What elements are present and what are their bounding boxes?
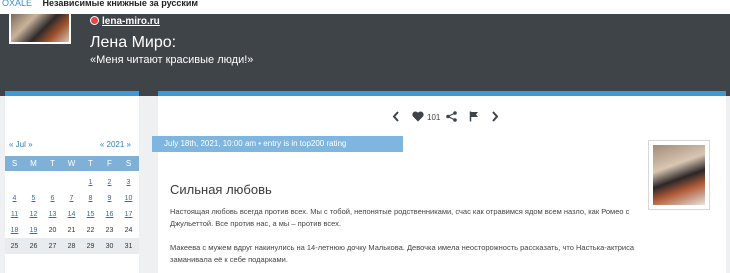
weekday-label: T: [88, 159, 93, 168]
calendar-day: 30: [105, 242, 114, 250]
calendar-day[interactable]: 14: [62, 211, 81, 218]
weekday-label: M: [30, 159, 37, 168]
calendar-month-nav[interactable]: « Jul »: [9, 140, 33, 149]
post-title[interactable]: Сильная любовь: [170, 182, 272, 197]
calendar-year-nav[interactable]: « 2021 »: [100, 140, 131, 149]
calendar-day: 26: [29, 242, 38, 250]
header-avatar[interactable]: [9, 14, 71, 44]
calendar-day[interactable]: 9: [100, 195, 119, 202]
site-link-text[interactable]: lena-miro.ru: [102, 16, 160, 27]
calendar-day[interactable]: 2: [100, 179, 119, 186]
chevron-left-icon[interactable]: [392, 110, 400, 124]
site-icon: [90, 16, 99, 25]
calendar-day: 23: [105, 226, 114, 234]
post-author-avatar[interactable]: [648, 140, 710, 210]
calendar-day[interactable]: 17: [119, 211, 138, 218]
weekday-label: T: [50, 159, 55, 168]
weekday-label: W: [67, 159, 76, 168]
author-name: Лена Миро:: [90, 34, 177, 51]
top-strip: OXALE Независимые книжные за русским: [0, 0, 730, 14]
calendar-week-row: 123: [5, 174, 139, 190]
post-paragraph: Макеева с мужем вдруг накинулись на 14-л…: [170, 243, 635, 264]
chevron-right-icon[interactable]: [491, 110, 499, 124]
calendar-week-row: 18 19 20 21 22 23 24: [5, 222, 139, 238]
calendar-day: 28: [67, 242, 76, 250]
blog-header: lena-miro.ru Лена Миро: «Меня читают кра…: [0, 14, 730, 96]
calendar-day[interactable]: 3: [119, 179, 138, 186]
calendar-day[interactable]: 8: [81, 195, 100, 202]
calendar-panel: « Jul » « 2021 » S M T W T F S 123456789…: [5, 91, 139, 273]
calendar-day: 31: [124, 242, 133, 250]
calendar-day: 21: [67, 226, 76, 234]
calendar-week-row: 25 26 27 28 29 30 31: [5, 238, 139, 254]
weekday-label: S: [125, 159, 132, 168]
calendar-day: 24: [124, 226, 133, 234]
calendar-day[interactable]: 16: [100, 211, 119, 218]
calendar-day[interactable]: 18: [5, 227, 24, 234]
calendar-grid: 1 2 3 4 5 6 7 8 9 10 11 12 13 14 15 16 17 18 19 20 21 22 23 24 2…: [5, 174, 139, 254]
calendar-day[interactable]: 13: [43, 211, 62, 218]
brand-link[interactable]: OXALE: [2, 0, 32, 8]
calendar-day: 22: [86, 226, 95, 234]
post-toolbar: 101: [386, 110, 505, 124]
calendar-day[interactable]: 10: [119, 195, 138, 202]
calendar-day: 27: [48, 242, 57, 250]
calendar-day: 20: [48, 226, 57, 234]
post-paragraph: Настоящая любовь всегда против всех. Мы …: [170, 207, 630, 228]
calendar-day[interactable]: 11: [5, 211, 24, 218]
calendar-day[interactable]: 7: [62, 195, 81, 202]
like-count: 101: [427, 112, 441, 122]
topbar-tagline[interactable]: Независимые книжные за русским: [43, 0, 199, 8]
author-motto: «Меня читают красивые люди!»: [90, 54, 254, 66]
calendar-day[interactable]: 1: [81, 179, 100, 186]
calendar-week-row: 11 12 13 14 15 16 17: [5, 206, 139, 222]
calendar-day[interactable]: 15: [81, 211, 100, 218]
calendar-weekday-header: S M T W T F S: [5, 156, 139, 171]
calendar-day[interactable]: 19: [24, 227, 43, 234]
calendar-day[interactable]: 12: [24, 211, 43, 218]
site-link[interactable]: lena-miro.ru: [90, 16, 160, 27]
calendar-day[interactable]: 4: [5, 195, 24, 202]
calendar-week-row: 4 5 6 7 8 9 10: [5, 190, 139, 206]
avatar-image: [653, 145, 705, 205]
heart-icon[interactable]: [412, 111, 424, 124]
flag-icon[interactable]: [469, 111, 479, 124]
share-icon[interactable]: [446, 110, 458, 124]
weekday-label: S: [11, 159, 18, 168]
calendar-day[interactable]: 5: [24, 195, 43, 202]
calendar-day: 25: [10, 242, 19, 250]
post-date-bar[interactable]: July 18th, 2021, 10:00 am • entry is in …: [152, 136, 403, 152]
calendar-day: 29: [86, 242, 95, 250]
calendar-day[interactable]: 6: [43, 195, 62, 202]
post-panel: 101 July 18th, 2021, 10:00 am • entry is…: [152, 91, 726, 273]
weekday-label: F: [107, 159, 112, 168]
